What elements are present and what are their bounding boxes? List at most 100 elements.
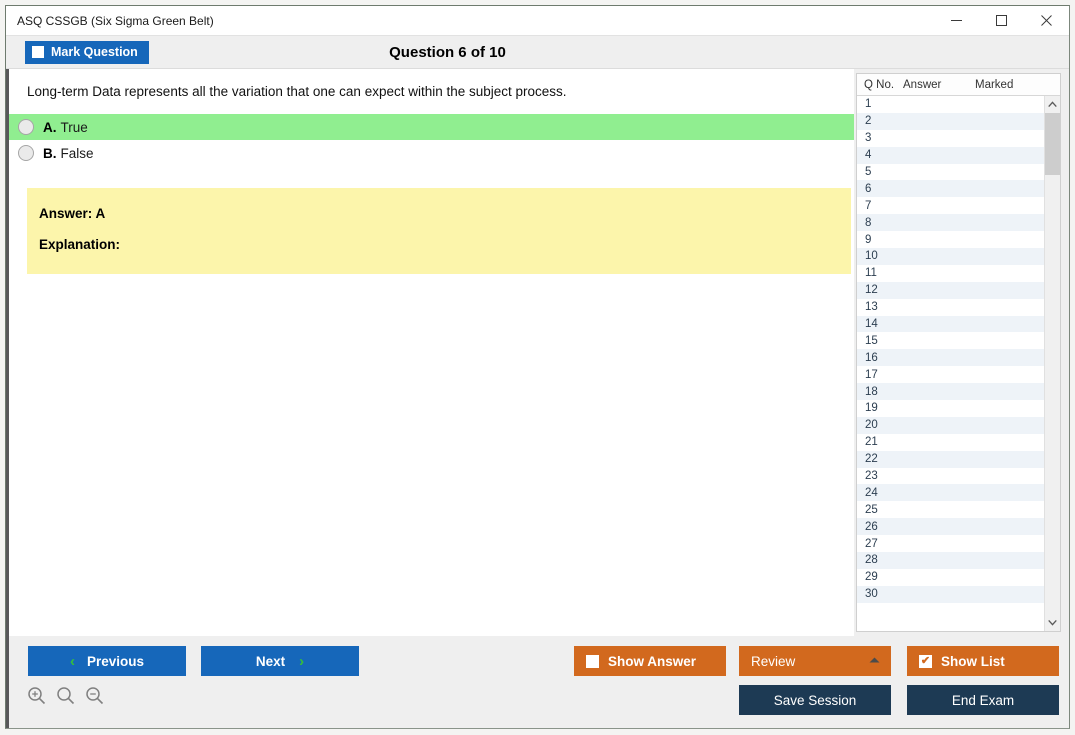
question-number: 2 bbox=[865, 115, 872, 128]
question-list-row[interactable]: 22 bbox=[857, 450, 1044, 468]
question-list-row[interactable]: 5 bbox=[857, 164, 1044, 181]
mark-question-button[interactable]: Mark Question bbox=[25, 40, 149, 64]
question-number: 30 bbox=[865, 588, 878, 601]
question-number: 6 bbox=[865, 182, 872, 195]
maximize-icon bbox=[996, 15, 1007, 26]
radio-button-b[interactable] bbox=[18, 145, 34, 162]
question-list-rows: 1 2 3 4 5 6 7 8 9 10 11 12 13 14 15 16 17 18 19 20 21 22 23 24 2… bbox=[857, 96, 1044, 631]
question-list-row[interactable]: 2 bbox=[857, 112, 1044, 130]
question-list-row[interactable]: 8 bbox=[857, 214, 1044, 232]
question-number: 11 bbox=[865, 267, 877, 280]
option-row-a[interactable]: A. True bbox=[9, 114, 854, 141]
column-header-marked: Marked bbox=[975, 78, 1014, 91]
radio-button-a[interactable] bbox=[18, 119, 34, 136]
question-list-row[interactable]: 18 bbox=[857, 383, 1044, 401]
question-counter: Question 6 of 10 bbox=[389, 43, 506, 61]
show-list-checkbox[interactable]: ✔ bbox=[919, 654, 932, 668]
question-number: 28 bbox=[865, 554, 878, 567]
question-number: 25 bbox=[865, 503, 878, 516]
question-number: 21 bbox=[865, 436, 878, 449]
answer-options-list: A. True B. False bbox=[9, 114, 854, 166]
question-list-row[interactable]: 1 bbox=[857, 96, 1044, 113]
end-exam-label: End Exam bbox=[951, 692, 1015, 708]
question-list-row[interactable]: 23 bbox=[857, 468, 1044, 485]
question-list-row[interactable]: 16 bbox=[857, 349, 1044, 367]
question-list-row[interactable]: 24 bbox=[857, 484, 1044, 502]
question-pane: Long-term Data represents all the variat… bbox=[6, 69, 854, 636]
option-letter-a: A. bbox=[43, 119, 57, 135]
question-list-row[interactable]: 11 bbox=[857, 265, 1044, 282]
question-list-row[interactable]: 20 bbox=[857, 416, 1044, 434]
option-label-b: False bbox=[60, 145, 94, 161]
scroll-up-button[interactable] bbox=[1045, 96, 1060, 113]
chevron-up-icon bbox=[1048, 101, 1057, 108]
option-letter-b: B. bbox=[43, 145, 57, 161]
window-controls bbox=[934, 6, 1069, 35]
question-list-row[interactable]: 10 bbox=[857, 248, 1044, 265]
option-label-a: True bbox=[60, 119, 88, 135]
question-number: 29 bbox=[865, 571, 878, 584]
question-list-row[interactable]: 15 bbox=[857, 332, 1044, 349]
scrollbar-track[interactable] bbox=[1045, 113, 1060, 614]
show-answer-button[interactable]: Show Answer bbox=[574, 646, 726, 676]
question-list-row[interactable]: 6 bbox=[857, 180, 1044, 198]
show-answer-label: Show Answer bbox=[608, 653, 697, 669]
question-number: 22 bbox=[865, 453, 878, 466]
question-number: 15 bbox=[865, 334, 878, 347]
question-list-body: 1 2 3 4 5 6 7 8 9 10 11 12 13 14 15 16 17 18 19 20 21 22 23 24 2… bbox=[857, 96, 1060, 631]
next-button[interactable]: Next › bbox=[201, 646, 359, 676]
show-answer-checkbox[interactable] bbox=[586, 654, 599, 668]
question-list-header: Q No. Answer Marked bbox=[857, 74, 1060, 96]
question-number: 8 bbox=[865, 216, 872, 229]
previous-button[interactable]: ‹ Previous bbox=[28, 646, 186, 676]
question-number: 19 bbox=[865, 402, 878, 415]
question-list-row[interactable]: 27 bbox=[857, 535, 1044, 552]
question-list-row[interactable]: 7 bbox=[857, 197, 1044, 214]
question-number: 26 bbox=[865, 520, 878, 533]
column-header-answer: Answer bbox=[903, 78, 942, 91]
question-list-row[interactable]: 29 bbox=[857, 569, 1044, 586]
maximize-button[interactable] bbox=[979, 6, 1024, 35]
question-list-row[interactable]: 26 bbox=[857, 518, 1044, 536]
zoom-tools bbox=[27, 686, 104, 710]
zoom-out-icon[interactable] bbox=[85, 686, 104, 710]
save-session-label: Save Session bbox=[773, 692, 857, 708]
answer-line: Answer: A bbox=[39, 206, 106, 222]
question-number: 3 bbox=[865, 132, 872, 145]
column-header-qno: Q No. bbox=[864, 78, 895, 91]
scrollbar-thumb[interactable] bbox=[1045, 113, 1060, 175]
question-list-row[interactable]: 12 bbox=[857, 281, 1044, 299]
question-list-row[interactable]: 25 bbox=[857, 501, 1044, 518]
mark-question-checkbox[interactable] bbox=[32, 46, 44, 58]
save-session-button[interactable]: Save Session bbox=[739, 685, 891, 715]
question-number: 1 bbox=[865, 98, 872, 111]
minimize-button[interactable] bbox=[934, 6, 979, 35]
question-text: Long-term Data represents all the variat… bbox=[27, 84, 567, 99]
next-button-label: Next bbox=[255, 653, 286, 669]
question-number: 24 bbox=[865, 486, 878, 499]
footer-toolbar: ‹ Previous Next › Show Answer Review ✔ S… bbox=[6, 636, 1069, 728]
caret-up-icon bbox=[868, 656, 881, 667]
question-number: 12 bbox=[865, 284, 878, 297]
question-list-row[interactable]: 3 bbox=[857, 130, 1044, 147]
show-list-button[interactable]: ✔ Show List bbox=[907, 646, 1059, 676]
zoom-in-icon[interactable] bbox=[27, 686, 46, 710]
question-list-row[interactable]: 21 bbox=[857, 434, 1044, 451]
question-list-row[interactable]: 28 bbox=[857, 552, 1044, 569]
question-list-row[interactable]: 19 bbox=[857, 400, 1044, 417]
title-bar: ASQ CSSGB (Six Sigma Green Belt) bbox=[6, 6, 1069, 36]
question-list-row[interactable]: 9 bbox=[857, 231, 1044, 248]
end-exam-button[interactable]: End Exam bbox=[907, 685, 1059, 715]
close-button[interactable] bbox=[1024, 6, 1069, 35]
question-list-row[interactable]: 17 bbox=[857, 366, 1044, 383]
review-dropdown[interactable]: Review bbox=[739, 646, 891, 676]
question-number: 23 bbox=[865, 470, 878, 483]
question-list-row[interactable]: 30 bbox=[857, 585, 1044, 603]
question-list-scrollbar[interactable] bbox=[1044, 96, 1060, 631]
option-row-b[interactable]: B. False bbox=[9, 140, 854, 166]
question-list-row[interactable]: 4 bbox=[857, 146, 1044, 164]
zoom-reset-icon[interactable] bbox=[56, 686, 75, 710]
question-list-row[interactable]: 14 bbox=[857, 315, 1044, 333]
question-list-row[interactable]: 13 bbox=[857, 299, 1044, 316]
scroll-down-button[interactable] bbox=[1045, 614, 1060, 631]
